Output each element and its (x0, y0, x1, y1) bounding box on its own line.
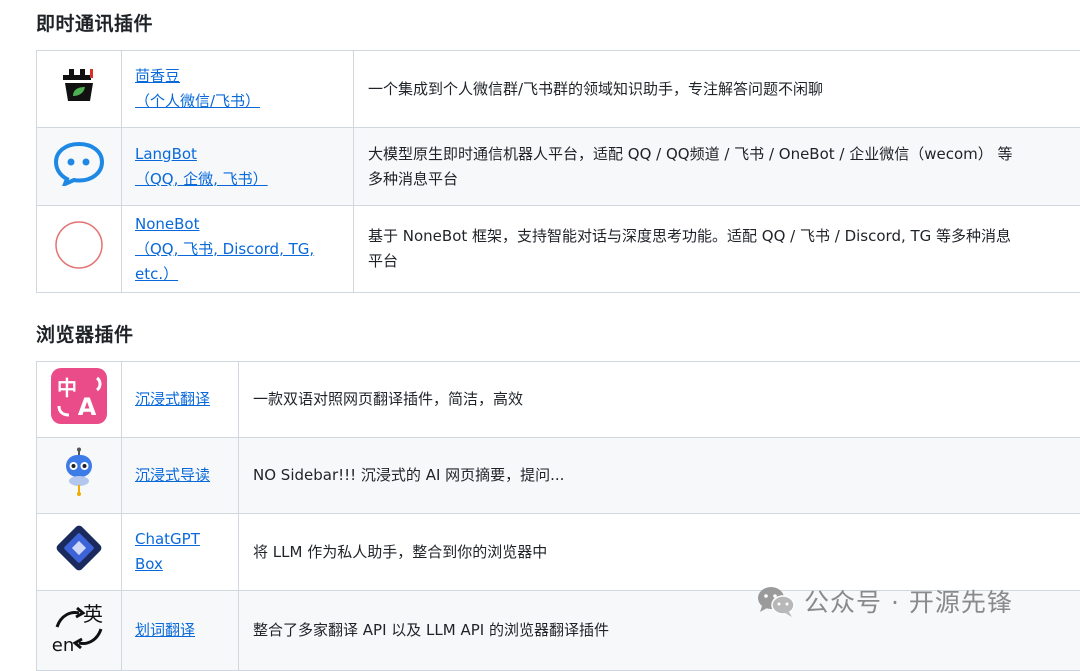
plugin-description: 大模型原生即时通信机器人平台，适配 QQ / QQ频道 / 飞书 / OneBo… (354, 128, 1080, 206)
table-row: 中 A 沉浸式翻译 一款双语对照网页翻译插件，简洁，高效 (37, 362, 1080, 438)
table-row: ChatGPTBox 将 LLM 作为私人助手，整合到你的浏览器中 (37, 514, 1080, 591)
im-plugins-table: 茴香豆（个人微信/飞书） 一个集成到个人微信群/飞书群的领域知识助手，专注解答问… (36, 50, 1080, 293)
plugin-link-nonebot[interactable]: NoneBot（QQ, 飞书, Discord, TG,etc.） (135, 215, 314, 283)
plugin-description: 一个集成到个人微信群/飞书群的领域知识助手，专注解答问题不闲聊 (354, 51, 1080, 128)
wechat-icon (756, 584, 796, 618)
im-section-title: 即时通讯插件 (36, 9, 153, 36)
plugin-link-immersive-translate[interactable]: 沉浸式翻译 (135, 390, 210, 408)
watermark: 公众号 · 开源先锋 (756, 584, 1013, 618)
plugin-link-word-translate[interactable]: 划词翻译 (135, 621, 195, 639)
table-row: 沉浸式导读 NO Sidebar!!! 沉浸式的 AI 网页摘要，提问... (37, 438, 1080, 514)
browser-section-title: 浏览器插件 (36, 320, 134, 347)
plugin-description: 一款双语对照网页翻译插件，简洁，高效 (239, 362, 1080, 438)
diamond-logo-icon (53, 522, 105, 574)
plugin-description: 将 LLM 作为私人助手，整合到你的浏览器中 (239, 514, 1080, 591)
plugin-link-immersive-reader[interactable]: 沉浸式导读 (135, 466, 210, 484)
watermark-text: 公众号 · 开源先锋 (804, 583, 1013, 619)
circle-logo-icon (53, 219, 105, 271)
plugin-link-huixiangdou[interactable]: 茴香豆（个人微信/飞书） (135, 67, 260, 110)
svg-text:中: 中 (57, 376, 77, 400)
en-translate-icon: 英 en (49, 599, 109, 655)
plugin-description: 基于 NoneBot 框架，支持智能对话与深度思考功能。适配 QQ / 飞书 /… (354, 206, 1080, 293)
robot-mascot-icon (59, 447, 99, 497)
svg-text:英: 英 (83, 602, 103, 626)
browser-plugins-table: 中 A 沉浸式翻译 一款双语对照网页翻译插件，简洁，高效 (36, 361, 1080, 671)
translate-zh-a-icon: 中 A (51, 368, 107, 424)
plugin-link-chatgpt-box[interactable]: ChatGPTBox (135, 530, 200, 573)
chat-bubble-icon (52, 140, 106, 186)
table-row: NoneBot（QQ, 飞书, Discord, TG,etc.） 基于 Non… (37, 206, 1080, 293)
plugin-link-langbot[interactable]: LangBot（QQ, 企微, 飞书） (135, 145, 268, 188)
table-row: LangBot（QQ, 企微, 飞书） 大模型原生即时通信机器人平台，适配 QQ… (37, 128, 1080, 206)
sprout-logo-icon (57, 63, 101, 107)
table-row: 茴香豆（个人微信/飞书） 一个集成到个人微信群/飞书群的领域知识助手，专注解答问… (37, 51, 1080, 128)
svg-text:en: en (52, 635, 74, 655)
svg-text:A: A (78, 393, 97, 421)
plugin-description: NO Sidebar!!! 沉浸式的 AI 网页摘要，提问... (239, 438, 1080, 514)
